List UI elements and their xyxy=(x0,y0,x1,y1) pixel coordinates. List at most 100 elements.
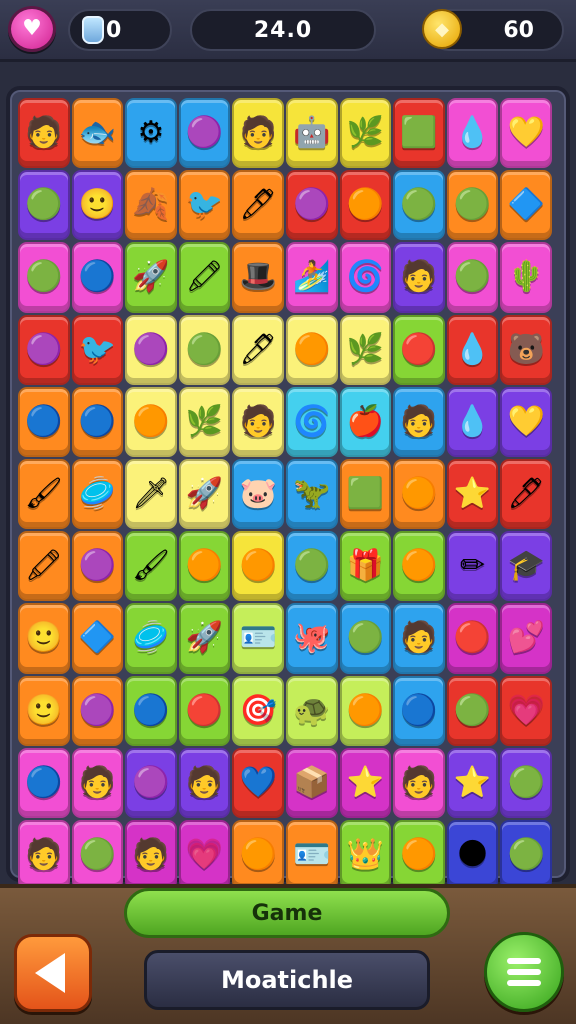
game-tile[interactable]: 🟠 xyxy=(393,819,445,891)
game-tile[interactable]: 🥏 xyxy=(71,458,124,530)
game-tile[interactable]: 📦 xyxy=(285,747,338,818)
game-tile[interactable]: 🟢 xyxy=(446,675,499,746)
back-button[interactable] xyxy=(14,934,92,1012)
game-tile[interactable]: 🌿 xyxy=(178,386,231,457)
game-tile[interactable]: 🎩 xyxy=(232,242,284,313)
game-tile[interactable]: 🟣 xyxy=(285,170,338,241)
game-tile[interactable]: 🧑 xyxy=(393,242,445,313)
game-tile[interactable]: 🟢 xyxy=(500,747,552,818)
game-tile[interactable]: 🟠 xyxy=(393,458,445,530)
game-tile[interactable]: 🔵 xyxy=(18,747,70,818)
game-tile[interactable]: 🟣 xyxy=(178,98,231,169)
game-tile[interactable]: 🔴 xyxy=(446,603,499,674)
game-tile[interactable]: 🎁 xyxy=(339,531,392,602)
game-tile[interactable]: 🤖 xyxy=(285,98,338,169)
game-tile[interactable]: 🟣 xyxy=(71,531,124,602)
game-tile[interactable]: 🧑 xyxy=(393,603,445,674)
game-tile[interactable]: ⚙ xyxy=(125,98,177,169)
game-tile[interactable]: 🙂 xyxy=(18,675,70,746)
game-tile[interactable]: 🟠 xyxy=(285,314,338,385)
game-tile[interactable]: 🚀 xyxy=(125,242,177,313)
game-tile[interactable]: 🔷 xyxy=(71,603,124,674)
game-tile[interactable]: 🟣 xyxy=(125,747,177,818)
game-tile[interactable]: ✏ xyxy=(446,531,499,602)
game-tile[interactable]: 🚀 xyxy=(178,603,231,674)
game-tile[interactable]: 💛 xyxy=(500,98,552,169)
game-tile[interactable]: 🙂 xyxy=(71,170,124,241)
game-tile[interactable]: 🟢 xyxy=(18,170,70,241)
game-tile[interactable]: 💗 xyxy=(500,675,552,746)
game-tile[interactable]: 🧑 xyxy=(393,386,445,457)
game-tile[interactable]: 🧑 xyxy=(125,819,177,891)
game-tile[interactable]: 🧑 xyxy=(18,819,70,891)
game-tile[interactable]: 🪪 xyxy=(232,603,284,674)
game-tile[interactable]: 🎓 xyxy=(500,531,552,602)
game-tile[interactable]: 🟢 xyxy=(446,170,499,241)
game-tile[interactable]: 🔵 xyxy=(125,675,177,746)
game-tile[interactable]: 🐦 xyxy=(178,170,231,241)
game-tile[interactable]: 🟠 xyxy=(232,819,284,891)
game-tile[interactable]: 🧑 xyxy=(232,98,284,169)
game-tile[interactable]: 🟩 xyxy=(339,458,392,530)
game-tile[interactable]: 💗 xyxy=(178,819,231,891)
game-tile[interactable]: 🖊 xyxy=(232,170,284,241)
game-tile[interactable]: 🟣 xyxy=(18,314,70,385)
game-tile[interactable]: 🐷 xyxy=(232,458,284,530)
game-tile[interactable]: 🖊 xyxy=(500,458,552,530)
game-tile[interactable]: 💛 xyxy=(500,386,552,457)
game-tile[interactable]: 🌀 xyxy=(339,242,392,313)
game-tile[interactable]: ⭐ xyxy=(446,747,499,818)
game-tile[interactable]: 🟠 xyxy=(232,531,284,602)
game-tile[interactable]: ⭐ xyxy=(339,747,392,818)
game-tile[interactable]: 🚀 xyxy=(178,458,231,530)
game-tile[interactable]: 🌑 xyxy=(446,819,499,891)
game-tile[interactable]: 🌀 xyxy=(285,386,338,457)
game-tile[interactable]: 🟢 xyxy=(178,314,231,385)
game-tile[interactable]: 💧 xyxy=(446,314,499,385)
game-tile[interactable]: 🥏 xyxy=(125,603,177,674)
game-tile[interactable]: 🟢 xyxy=(71,819,124,891)
game-tile[interactable]: 🟠 xyxy=(178,531,231,602)
menu-button[interactable] xyxy=(484,932,564,1012)
game-tile[interactable]: 🌿 xyxy=(339,314,392,385)
game-tile[interactable]: 🟩 xyxy=(393,98,445,169)
game-tile[interactable]: 🖍 xyxy=(178,242,231,313)
game-tile[interactable]: 🔷 xyxy=(500,170,552,241)
game-tile[interactable]: 🐻 xyxy=(500,314,552,385)
game-tile[interactable]: 🟠 xyxy=(125,386,177,457)
game-tile[interactable]: 🧑 xyxy=(71,747,124,818)
game-tile[interactable]: 🔴 xyxy=(393,314,445,385)
game-tile[interactable]: 🪪 xyxy=(285,819,338,891)
game-tile[interactable]: 🍎 xyxy=(339,386,392,457)
game-tile[interactable]: 🟢 xyxy=(18,242,70,313)
game-tile[interactable]: 🟢 xyxy=(500,819,552,891)
game-tile[interactable]: 💧 xyxy=(446,386,499,457)
game-tile[interactable]: 🟠 xyxy=(339,170,392,241)
game-tile[interactable]: 🧑 xyxy=(232,386,284,457)
game-tile[interactable]: 🖍 xyxy=(18,531,70,602)
game-tile[interactable]: 🍂 xyxy=(125,170,177,241)
game-tile[interactable]: 🧑 xyxy=(393,747,445,818)
game-button[interactable]: Game xyxy=(124,888,450,938)
game-tile[interactable]: 🐙 xyxy=(285,603,338,674)
game-tile[interactable]: 🟢 xyxy=(285,531,338,602)
game-tile[interactable]: 🔵 xyxy=(71,386,124,457)
game-tile[interactable]: 🖌 xyxy=(18,458,70,530)
game-tile[interactable]: 🔵 xyxy=(18,386,70,457)
game-tile[interactable]: 👑 xyxy=(339,819,392,891)
game-tile[interactable]: 🏄 xyxy=(285,242,338,313)
game-tile[interactable]: 🟢 xyxy=(339,603,392,674)
game-tile[interactable]: 🟢 xyxy=(393,170,445,241)
game-tile[interactable]: 🟠 xyxy=(339,675,392,746)
game-tile[interactable]: 🧑 xyxy=(18,98,70,169)
game-tile[interactable]: 🖊 xyxy=(232,314,284,385)
game-tile[interactable]: 🎯 xyxy=(232,675,284,746)
game-tile[interactable]: 🐦 xyxy=(71,314,124,385)
game-tile[interactable]: 🔵 xyxy=(71,242,124,313)
game-tile[interactable]: 💙 xyxy=(232,747,284,818)
game-tile[interactable]: 🟢 xyxy=(446,242,499,313)
game-tile[interactable]: 🌵 xyxy=(500,242,552,313)
game-tile[interactable]: 🐢 xyxy=(285,675,338,746)
game-tile[interactable]: 🔴 xyxy=(178,675,231,746)
game-tile[interactable]: 🙂 xyxy=(18,603,70,674)
